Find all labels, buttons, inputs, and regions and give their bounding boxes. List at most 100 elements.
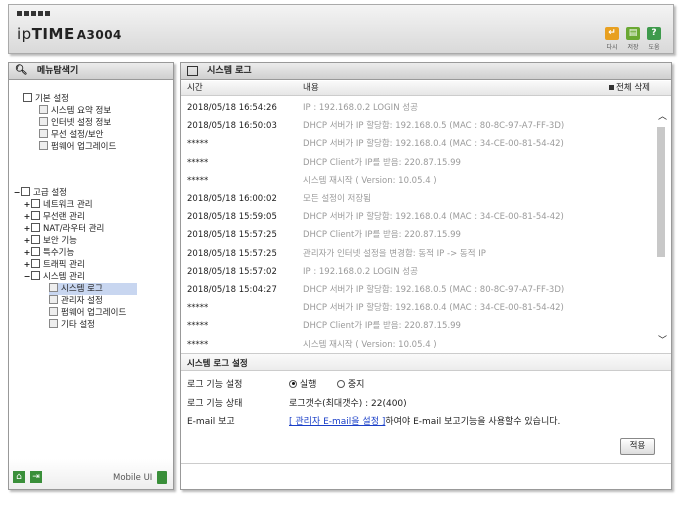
expand-icon[interactable]: + [23, 235, 31, 247]
scrollbar[interactable]: ︿ ﹀ [655, 107, 669, 347]
system-log-header: 시스템 로그 [181, 63, 671, 80]
search-icon: 🔍︎ [15, 65, 28, 76]
sidebar-item-internet-info[interactable]: 인터넷 설정 정보 [39, 117, 111, 129]
tree-label: 시스템 로그 [61, 284, 103, 294]
email-report-text: 하여야 E-mail 보고기능을 사용할수 있습니다. [385, 417, 561, 427]
expand-icon[interactable]: + [23, 211, 31, 223]
admin-email-link[interactable]: [ 관리자 E-mail을 설정 ] [289, 417, 385, 427]
sidebar-item-wireless[interactable]: 무선 설정/보안 [39, 129, 104, 141]
sidebar-item-traffic[interactable]: + 트래픽 관리 [23, 259, 85, 271]
radio-off-label: 중지 [347, 380, 365, 390]
collapse-icon[interactable]: − [23, 271, 31, 283]
sidebar-item-admin[interactable]: 관리자 설정 [49, 295, 103, 307]
log-table-header: 시간 내용 전체 삭제 [181, 81, 671, 96]
sidebar-item-security[interactable]: + 보안 기능 [23, 235, 77, 247]
expand-icon[interactable]: + [23, 247, 31, 259]
radio-on-label: 실행 [299, 380, 317, 390]
sidebar-item-network[interactable]: + 네트워크 관리 [23, 199, 93, 211]
mobile-icon[interactable] [157, 471, 167, 484]
tree-label: 특수기능 [43, 248, 75, 258]
sidebar-item-firmware-basic[interactable]: 펌웨어 업그레이드 [39, 141, 116, 153]
expand-icon[interactable]: + [23, 199, 31, 211]
tree-label: 펌웨어 업그레이드 [51, 142, 117, 152]
log-time: 2018/05/18 15:57:02 [187, 266, 277, 277]
log-time: ***** [187, 339, 209, 350]
log-status-label: 로그 기능 상태 [187, 399, 243, 409]
save-button-label[interactable]: 저장 [622, 42, 644, 51]
sidebar-item-special[interactable]: + 특수기능 [23, 247, 74, 259]
log-status-value: 로그갯수(최대갯수) : 22(400) [289, 399, 407, 409]
log-time: ***** [187, 139, 209, 150]
collapse-icon[interactable]: − [13, 187, 21, 199]
home-icon[interactable]: ⌂ [13, 471, 25, 483]
save-icon[interactable]: ▤ [626, 27, 640, 40]
scroll-down-icon[interactable]: ﹀ [658, 333, 667, 346]
help-button-label[interactable]: 도움 [643, 42, 665, 51]
log-function-label: 로그 기능 설정 [187, 380, 243, 390]
log-time: ***** [187, 321, 209, 332]
log-content: DHCP 서버가 IP 할당함: 192.168.0.4 (MAC : 34-C… [303, 139, 564, 150]
folder-icon [31, 271, 40, 280]
log-time: 2018/05/18 16:50:03 [187, 121, 277, 132]
mobile-ui-link[interactable]: Mobile UI [113, 473, 152, 483]
scroll-thumb[interactable] [657, 127, 665, 257]
log-time: ***** [187, 303, 209, 314]
apply-button[interactable]: 적용 [620, 438, 655, 455]
log-on-radio[interactable]: 실행 [289, 377, 316, 390]
tree-label: 트래픽 관리 [43, 260, 85, 270]
sidebar-item-nat[interactable]: + NAT/라우터 관리 [23, 223, 104, 235]
log-content: DHCP Client가 IP를 받음: 220.87.15.99 [303, 321, 461, 332]
tree-label: 시스템 요약 정보 [51, 106, 112, 116]
logout-icon[interactable]: ⇥ [30, 471, 42, 483]
scroll-up-icon[interactable]: ︿ [658, 109, 667, 122]
wifi-icon [39, 129, 48, 138]
sidebar-item-firmware[interactable]: 펌웨어 업그레이드 [49, 307, 126, 319]
log-content: 시스템 재시작 ( Version: 10.05.4 ) [303, 175, 437, 186]
section-divider [181, 463, 671, 464]
log-time: 2018/05/18 16:54:26 [187, 103, 277, 113]
delete-all-label: 전체 삭제 [616, 83, 650, 93]
network-icon [39, 117, 48, 126]
column-content: 내용 [303, 83, 319, 93]
sidebar-item-system[interactable]: − 시스템 관리 [23, 271, 85, 283]
sidebar-item-wlan[interactable]: + 무선랜 관리 [23, 211, 85, 223]
header-bar: ipTIME A3004 ↵ 다시 ▤ 저장 ? 도움 [8, 4, 674, 54]
log-content: 관리자가 인터넷 설정을 변경함: 동적 IP -> 동적 IP [303, 248, 486, 259]
expand-icon[interactable]: + [23, 223, 31, 235]
tree-label: 기타 설정 [61, 320, 95, 330]
radio-on-icon[interactable] [289, 379, 297, 388]
radio-off-icon[interactable] [337, 379, 345, 388]
log-settings-title: 시스템 로그 설정 [187, 359, 248, 369]
tree-label: 기본 설정 [35, 94, 69, 104]
page-icon [49, 283, 58, 292]
column-time: 시간 [187, 83, 203, 93]
log-content: DHCP 서버가 IP 할당함: 192.168.0.4 (MAC : 34-C… [303, 212, 564, 223]
tree-label: 펌웨어 업그레이드 [61, 308, 127, 318]
expand-icon[interactable]: + [23, 259, 31, 271]
chart-icon [39, 105, 48, 114]
sidebar-item-etc[interactable]: 기타 설정 [49, 319, 95, 331]
refresh-button-label[interactable]: 다시 [601, 42, 623, 51]
email-report-row: [ 관리자 E-mail을 설정 ]하여야 E-mail 보고기능을 사용할수 … [289, 414, 560, 427]
page-icon [49, 307, 58, 316]
tree-advanced-settings[interactable]: − 고급 설정 [13, 187, 67, 199]
log-time: ***** [187, 157, 209, 168]
folder-icon [23, 93, 32, 102]
page-icon [49, 319, 58, 328]
log-off-radio[interactable]: 중지 [337, 377, 364, 390]
log-content: 시스템 재시작 ( Version: 10.05.4 ) [303, 339, 437, 350]
folder-icon [31, 199, 40, 208]
delete-all-button[interactable]: 전체 삭제 [609, 81, 650, 95]
log-content: 모든 설정이 저장됨 [303, 194, 371, 204]
log-time: 2018/05/18 16:00:02 [187, 194, 277, 204]
sidebar-item-system-summary[interactable]: 시스템 요약 정보 [39, 105, 111, 117]
tree-basic-settings[interactable]: 기본 설정 [23, 93, 69, 105]
menu-explorer-header: 🔍︎ 메뉴탐색기 [9, 63, 173, 80]
help-icon[interactable]: ? [647, 27, 661, 40]
upgrade-icon [39, 141, 48, 150]
tree-label: 네트워크 관리 [43, 200, 93, 210]
sidebar-item-system-log[interactable]: 시스템 로그 [49, 283, 137, 295]
refresh-icon[interactable]: ↵ [605, 27, 619, 40]
log-content: DHCP Client가 IP를 받음: 220.87.15.99 [303, 230, 461, 241]
log-content: DHCP 서버가 IP 할당함: 192.168.0.4 (MAC : 34-C… [303, 303, 564, 314]
